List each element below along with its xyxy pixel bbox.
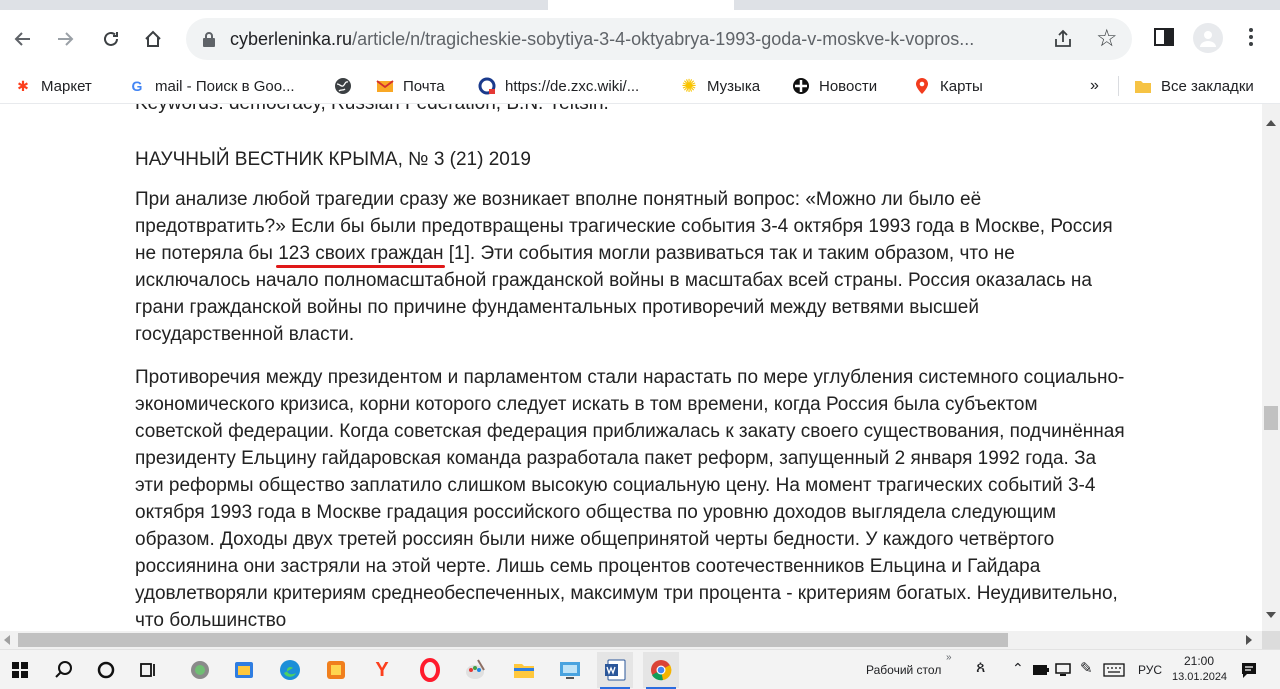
mail-icon xyxy=(376,80,394,92)
url-path: /article/n/tragicheskie-sobytiya-3-4-okt… xyxy=(352,29,975,49)
bookmark-label: Музыка xyxy=(707,77,761,95)
app-circle-icon[interactable] xyxy=(188,658,212,682)
bookmarks-overflow-button[interactable]: » xyxy=(1090,76,1099,96)
search-icon[interactable] xyxy=(52,658,76,682)
word-app-icon[interactable] xyxy=(604,658,628,682)
browser-toolbar: cyberleninka.ru/article/n/tragicheskie-s… xyxy=(0,10,1280,68)
underlined-highlight: 123 своих граждан xyxy=(278,243,444,264)
scroll-left-arrow-icon[interactable] xyxy=(4,635,10,645)
home-icon xyxy=(145,30,161,47)
yandex-market-icon: ✱ xyxy=(17,77,29,94)
article-paragraph-1: При анализе любой трагедии сразу же возн… xyxy=(135,186,1125,348)
bookmark-label: https://de.zxc.wiki/... xyxy=(505,77,640,95)
clock-time[interactable]: 21:00 xyxy=(1184,654,1214,668)
reload-icon xyxy=(104,31,118,46)
scroll-up-arrow-icon[interactable] xyxy=(1266,120,1276,126)
side-panel-icon[interactable] xyxy=(1153,26,1175,48)
keywords-line: Keywords: democracy, Russian Federation,… xyxy=(135,104,609,117)
maps-icon xyxy=(916,78,928,94)
url-text[interactable]: cyberleninka.ru/article/n/tragicheskie-s… xyxy=(230,29,1030,49)
page-viewport: Keywords: democracy, Russian Federation,… xyxy=(0,104,1262,631)
overflow-label: » xyxy=(1090,77,1099,94)
share-icon[interactable] xyxy=(1052,28,1074,50)
music-icon: ✺ xyxy=(681,75,697,96)
bookmark-google-mail[interactable]: G mail - Поиск в Goo... xyxy=(128,76,295,96)
globe-icon xyxy=(335,78,351,94)
battery-icon[interactable] xyxy=(1032,663,1050,677)
bookmark-news[interactable]: Новости xyxy=(792,76,877,96)
tray-up-chevron-icon[interactable]: ⌃ xyxy=(1012,660,1024,677)
news-icon xyxy=(793,78,809,94)
chrome-browser-icon[interactable] xyxy=(649,658,673,682)
user-icon xyxy=(1200,31,1216,47)
cortana-icon[interactable] xyxy=(94,658,118,682)
app-window-icon[interactable] xyxy=(232,658,256,682)
windows-start-icon[interactable] xyxy=(8,658,32,682)
bookmarks-bar: ✱ Маркет G mail - Поиск в Goo... Почта h… xyxy=(0,68,1280,104)
yandex-browser-icon[interactable]: Y xyxy=(370,658,394,682)
bookmark-label: Почта xyxy=(403,77,445,95)
keyboard-icon[interactable] xyxy=(1103,663,1125,677)
bookmarks-divider xyxy=(1118,76,1119,96)
bookmark-star-icon[interactable]: ☆ xyxy=(1096,24,1118,53)
bookmark-music[interactable]: ✺ Музыка xyxy=(680,76,760,96)
bookmark-mail[interactable]: Почта xyxy=(376,76,445,96)
opera-browser-icon[interactable] xyxy=(418,658,442,682)
bookmark-label: Карты xyxy=(940,77,983,95)
input-language[interactable]: РУС xyxy=(1138,663,1162,677)
arrow-right-icon xyxy=(58,32,74,46)
bookmark-market[interactable]: ✱ Маркет xyxy=(14,76,92,96)
url-host: cyberleninka.ru xyxy=(230,29,353,49)
article-paragraph-2: Противоречия между президентом и парламе… xyxy=(135,367,1125,631)
bookmark-maps[interactable]: Карты xyxy=(913,76,983,96)
address-bar[interactable]: cyberleninka.ru/article/n/tragicheskie-s… xyxy=(186,18,1132,60)
active-tab[interactable] xyxy=(548,0,734,10)
pen-icon[interactable]: ✎ xyxy=(1080,659,1093,677)
vertical-scroll-thumb[interactable] xyxy=(1264,406,1278,430)
arrow-left-icon xyxy=(14,32,30,46)
all-bookmarks-label: Все закладки xyxy=(1161,77,1254,95)
network-icon[interactable] xyxy=(1055,663,1073,677)
menu-kebab-icon[interactable] xyxy=(1244,26,1258,48)
desktop-toolbar-label[interactable]: Рабочий стол xyxy=(866,663,941,677)
bookmark-label: Новости xyxy=(819,77,878,95)
file-explorer-icon[interactable] xyxy=(512,658,536,682)
bookmark-globe[interactable] xyxy=(334,76,361,96)
paint-app-icon[interactable] xyxy=(464,658,488,682)
media-player-icon[interactable] xyxy=(324,658,348,682)
folder-icon xyxy=(1135,81,1151,93)
edge-browser-icon[interactable] xyxy=(278,658,302,682)
home-button[interactable] xyxy=(138,24,168,54)
scroll-right-arrow-icon[interactable] xyxy=(1246,635,1252,645)
scroll-down-arrow-icon[interactable] xyxy=(1266,612,1276,618)
people-icon[interactable]: ጰ xyxy=(976,659,986,677)
vertical-scrollbar[interactable] xyxy=(1262,104,1280,631)
desktop-app-icon[interactable] xyxy=(558,658,582,682)
windows-taskbar: Y Рабочий стол » ጰ ⌃ ✎ РУС 21:00 13.01.2… xyxy=(0,649,1280,689)
reload-button[interactable] xyxy=(96,24,126,54)
wiki-icon xyxy=(478,77,496,95)
profile-avatar[interactable] xyxy=(1193,23,1223,53)
horizontal-scrollbar[interactable] xyxy=(0,631,1262,649)
notifications-icon[interactable] xyxy=(1240,661,1258,679)
horizontal-scroll-thumb[interactable] xyxy=(18,633,1008,647)
all-bookmarks-button[interactable]: Все закладки xyxy=(1134,76,1254,96)
task-view-icon[interactable] xyxy=(136,658,160,682)
bookmark-label: mail - Поиск в Goo... xyxy=(155,77,295,95)
back-button[interactable] xyxy=(8,24,38,54)
lock-icon xyxy=(203,32,215,47)
forward-button[interactable] xyxy=(50,24,80,54)
bookmark-wiki[interactable]: https://de.zxc.wiki/... xyxy=(478,76,639,96)
tray-overflow-chevron-icon[interactable]: » xyxy=(946,652,952,663)
tab-strip xyxy=(0,0,1280,10)
google-icon: G xyxy=(131,78,143,94)
journal-title: НАУЧНЫЙ ВЕСТНИК КРЫМА, № 3 (21) 2019 xyxy=(135,149,531,170)
bookmark-label: Маркет xyxy=(41,77,92,95)
clock-date[interactable]: 13.01.2024 xyxy=(1172,671,1227,683)
scrollbar-corner xyxy=(1262,631,1280,649)
